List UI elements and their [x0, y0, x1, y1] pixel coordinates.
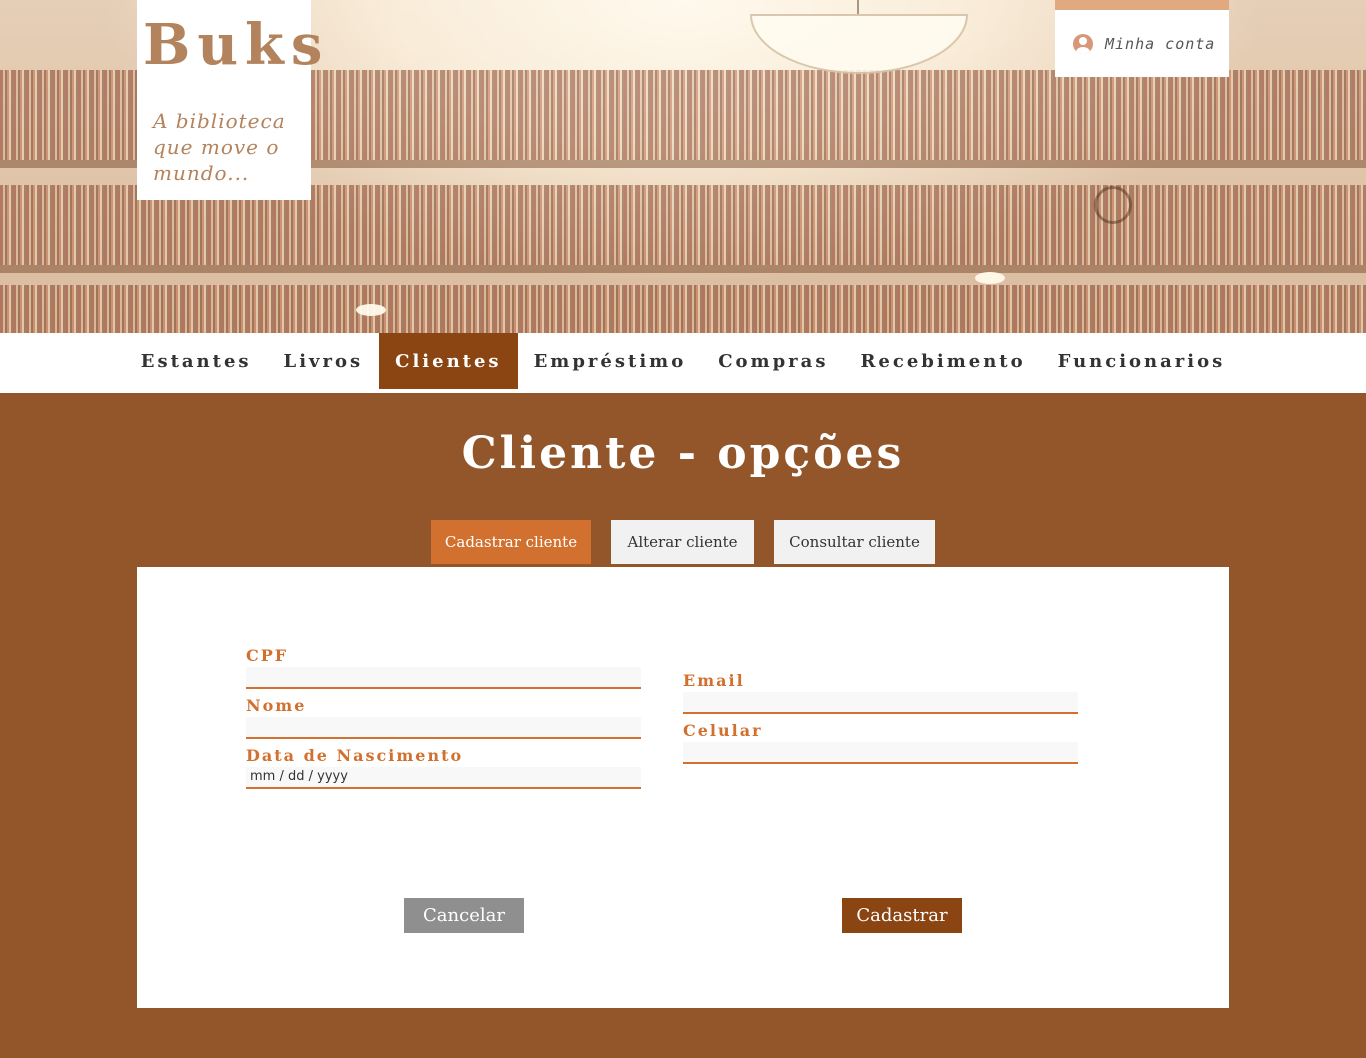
page-title: Cliente - opções: [461, 428, 905, 479]
balcony-railing-lower: [0, 265, 1366, 273]
nome-label: Nome: [246, 696, 307, 715]
logo-card[interactable]: Buks A biblioteca que move o mundo...: [137, 0, 322, 200]
cpf-field-group: CPF: [246, 646, 641, 689]
user-circle-icon: [1073, 33, 1093, 54]
ceiling-lamp: [975, 272, 1005, 284]
email-field-group: Email: [683, 671, 1078, 714]
account-button[interactable]: Minha conta: [1055, 0, 1229, 77]
nav-item-livros[interactable]: Livros: [268, 333, 380, 389]
nav-item-compras[interactable]: Compras: [702, 333, 844, 389]
main-nav: Estantes Livros Clientes Empréstimo Comp…: [0, 333, 1366, 393]
nascimento-date-input[interactable]: mm / dd / yyyy: [246, 767, 641, 789]
celular-input[interactable]: [683, 742, 1078, 764]
cpf-label: CPF: [246, 646, 289, 665]
wall-clock: [1094, 186, 1132, 224]
nav-item-clientes[interactable]: Clientes: [379, 333, 518, 389]
nome-field-group: Nome: [246, 696, 641, 739]
client-options-tabs: Cadastrar cliente Alterar cliente Consul…: [431, 520, 955, 564]
tab-consultar-cliente[interactable]: Consultar cliente: [774, 520, 935, 564]
nascimento-field-group: Data de Nascimento mm / dd / yyyy: [246, 746, 641, 789]
bookshelf-tier-lower: [0, 285, 1366, 333]
ceiling-lamp: [356, 304, 386, 316]
nav-item-funcionarios[interactable]: Funcionarios: [1042, 333, 1242, 389]
celular-label: Celular: [683, 721, 763, 740]
nav-item-emprestimo[interactable]: Empréstimo: [518, 333, 703, 389]
nascimento-label: Data de Nascimento: [246, 746, 464, 765]
account-label: Minha conta: [1105, 34, 1216, 53]
client-form: CPF Nome Data de Nascimento mm / dd / yy…: [137, 567, 1229, 1008]
nome-input[interactable]: [246, 717, 641, 739]
cpf-input[interactable]: [246, 667, 641, 689]
logo-title: Buks: [143, 12, 330, 78]
email-input[interactable]: [683, 692, 1078, 714]
tab-alterar-cliente[interactable]: Alterar cliente: [611, 520, 754, 564]
celular-field-group: Celular: [683, 721, 1078, 764]
logo-tagline: A biblioteca que move o mundo...: [153, 109, 286, 185]
chandelier-wire: [857, 0, 859, 14]
tab-cadastrar-cliente[interactable]: Cadastrar cliente: [431, 520, 591, 564]
email-label: Email: [683, 671, 745, 690]
nav-item-estantes[interactable]: Estantes: [125, 333, 268, 389]
submit-button[interactable]: Cadastrar: [842, 898, 962, 933]
nav-item-recebimento[interactable]: Recebimento: [844, 333, 1041, 389]
chandelier: [750, 14, 968, 74]
cancel-button[interactable]: Cancelar: [404, 898, 524, 933]
